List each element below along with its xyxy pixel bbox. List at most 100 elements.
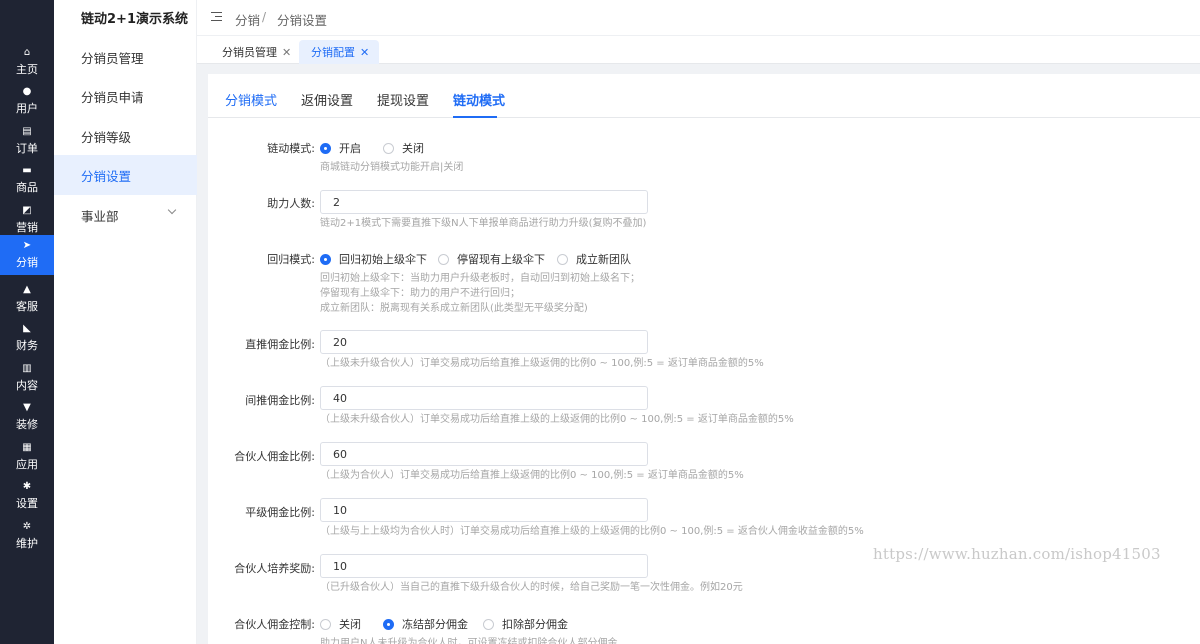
chevron-down-icon bbox=[167, 205, 177, 215]
home-icon: ⌂ bbox=[23, 47, 31, 58]
peer-ratio-label: 平级佣金比例: bbox=[245, 506, 315, 519]
rail-item-settings[interactable]: ✱ 设置 bbox=[0, 476, 54, 516]
radio-label: 开启 bbox=[339, 142, 361, 155]
indirect-ratio-help: （上级未升级合伙人）订单交易成功后给直推上级的上级返佣的比例0 ~ 100,例:… bbox=[320, 414, 794, 425]
goods-icon: ▬ bbox=[22, 165, 32, 176]
indirect-ratio-input[interactable] bbox=[320, 386, 648, 410]
rail-item-marketing[interactable]: ◩ 营销 bbox=[0, 200, 54, 240]
rail-item-service[interactable]: ▲ 客服 bbox=[0, 279, 54, 319]
sidebar-item-level[interactable]: 分销等级 bbox=[54, 116, 197, 156]
tag-label: 分销配置 bbox=[311, 46, 355, 59]
maintain-icon: ✲ bbox=[22, 521, 32, 532]
sidebar-item-label: 分销员申请 bbox=[81, 89, 144, 105]
sidebar-item-division[interactable]: 事业部 bbox=[54, 195, 197, 235]
breadcrumb-level1[interactable]: 分销 bbox=[235, 10, 260, 29]
partner-ratio-help: （上级为合伙人）订单交易成功后给直推上级返佣的比例0 ~ 100,例:5 = 返… bbox=[320, 470, 744, 481]
rail-label: 设置 bbox=[16, 497, 38, 510]
sidebar-item-label: 分销员管理 bbox=[81, 50, 144, 66]
radio-checked-icon bbox=[320, 142, 331, 154]
rail-label: 分销 bbox=[16, 256, 38, 269]
app-title: 链动2+1演示系统 bbox=[81, 12, 188, 27]
cultivate-reward-input[interactable] bbox=[320, 554, 648, 578]
link-mode-off-radio[interactable]: 关闭 bbox=[383, 140, 424, 156]
radio-unchecked-icon bbox=[483, 618, 494, 630]
tab-distribution-mode[interactable]: 分销模式 bbox=[225, 90, 277, 109]
top-header: 分销 / 分销设置 bbox=[197, 0, 1200, 36]
apps-icon: ▦ bbox=[22, 442, 32, 453]
rail-item-apps[interactable]: ▦ 应用 bbox=[0, 437, 54, 477]
radio-label: 回归初始上级伞下 bbox=[339, 253, 427, 266]
rail-label: 内容 bbox=[16, 379, 38, 392]
tag-label: 分销员管理 bbox=[222, 46, 277, 59]
watermark-url: https://www.huzhan.com/ishop41503 bbox=[873, 545, 1161, 563]
close-icon[interactable]: ✕ bbox=[282, 46, 291, 59]
radio-label: 冻结部分佣金 bbox=[402, 618, 468, 631]
peer-ratio-help: （上级与上上级均为合伙人时）订单交易成功后给直推上级的上级返佣的比例0 ~ 10… bbox=[320, 526, 864, 537]
rail-item-order[interactable]: ▤ 订单 bbox=[0, 121, 54, 161]
sidebar-item-label: 分销设置 bbox=[81, 168, 132, 184]
direct-ratio-input[interactable] bbox=[320, 330, 648, 354]
helpers-help: 链动2+1模式下需要直推下级N人下单报单商品进行助力升级(复购不叠加) bbox=[320, 218, 647, 229]
return-mode-new-team-radio[interactable]: 成立新团队 bbox=[557, 251, 631, 267]
radio-unchecked-icon bbox=[383, 142, 394, 154]
rail-label: 客服 bbox=[16, 300, 38, 313]
sidebar-item-label: 分销等级 bbox=[81, 129, 132, 145]
user-icon: ● bbox=[22, 86, 32, 97]
send-icon: ➤ bbox=[22, 240, 32, 251]
radio-label: 成立新团队 bbox=[576, 253, 631, 266]
rail-item-decorate[interactable]: ▼ 装修 bbox=[0, 397, 54, 437]
rail-item-finance[interactable]: ◣ 财务 bbox=[0, 318, 54, 358]
rail-item-maintain[interactable]: ✲ 维护 bbox=[0, 516, 54, 556]
partner-ratio-input[interactable] bbox=[320, 442, 648, 466]
return-mode-initial-radio[interactable]: 回归初始上级伞下 bbox=[320, 251, 427, 267]
radio-label: 关闭 bbox=[402, 142, 424, 155]
peer-ratio-input[interactable] bbox=[320, 498, 648, 522]
return-mode-label: 回归模式: bbox=[267, 253, 315, 266]
radio-label: 关闭 bbox=[339, 618, 361, 631]
rail-label: 维护 bbox=[16, 537, 38, 550]
rail-label: 用户 bbox=[16, 102, 38, 115]
helpers-input[interactable] bbox=[320, 190, 648, 214]
direct-ratio-help: （上级未升级合伙人）订单交易成功后给直推上级返佣的比例0 ~ 100,例:5 =… bbox=[320, 358, 764, 369]
menu-toggle-icon[interactable] bbox=[211, 12, 222, 22]
partner-control-off-radio[interactable]: 关闭 bbox=[320, 616, 361, 632]
radio-checked-icon bbox=[383, 618, 394, 630]
rail-item-distribution[interactable]: ➤ 分销 bbox=[0, 235, 54, 275]
close-icon[interactable]: ✕ bbox=[360, 46, 369, 59]
sidebar-item-distributor-manage[interactable]: 分销员管理 bbox=[54, 37, 197, 77]
partner-ratio-label: 合伙人佣金比例: bbox=[234, 450, 315, 463]
partner-control-deduct-radio[interactable]: 扣除部分佣金 bbox=[483, 616, 568, 632]
direct-ratio-label: 直推佣金比例: bbox=[245, 338, 315, 351]
cultivate-reward-label: 合伙人培养奖励: bbox=[234, 562, 315, 575]
rail-label: 订单 bbox=[16, 142, 38, 155]
gear-icon: ✱ bbox=[22, 481, 32, 492]
rail-label: 主页 bbox=[16, 63, 38, 76]
rail-item-content[interactable]: ▥ 内容 bbox=[0, 358, 54, 398]
tag-distribution-config[interactable]: 分销配置 ✕ bbox=[299, 40, 380, 64]
rail-item-user[interactable]: ● 用户 bbox=[0, 81, 54, 121]
breadcrumb-separator: / bbox=[262, 10, 267, 24]
indirect-ratio-label: 间推佣金比例: bbox=[245, 394, 315, 407]
partner-control-freeze-radio[interactable]: 冻结部分佣金 bbox=[383, 616, 468, 632]
radio-unchecked-icon bbox=[320, 618, 331, 630]
sub-sidebar: 链动2+1演示系统 分销员管理 分销员申请 分销等级 分销设置 事业部 bbox=[54, 0, 197, 644]
sidebar-item-settings[interactable]: 分销设置 bbox=[54, 155, 197, 195]
rail-label: 财务 bbox=[16, 339, 38, 352]
partner-control-help: 助力用户N人未升级为合伙人时，可设置冻结或扣除合伙人部分佣金 bbox=[320, 638, 618, 644]
finance-icon: ◣ bbox=[23, 323, 31, 334]
return-mode-stay-radio[interactable]: 停留现有上级伞下 bbox=[438, 251, 545, 267]
settings-tabs: 分销模式 返佣设置 提现设置 链动模式 bbox=[208, 74, 1200, 118]
tag-distributor-manage[interactable]: 分销员管理 ✕ bbox=[210, 40, 301, 64]
sidebar-item-label: 事业部 bbox=[81, 208, 119, 224]
page-tag-strip: 分销员管理 ✕ 分销配置 ✕ bbox=[197, 36, 1200, 64]
breadcrumb-level2: 分销设置 bbox=[277, 13, 328, 28]
bell-icon: ▲ bbox=[23, 284, 31, 295]
rail-item-home[interactable]: ⌂ 主页 bbox=[0, 42, 54, 82]
tab-link-mode[interactable]: 链动模式 bbox=[453, 90, 505, 109]
main-nav-rail: ⌂ 主页 ● 用户 ▤ 订单 ▬ 商品 ◩ 营销 ➤ 分销 ▲ 客服 ◣ 财务 ▥ 内容 ▼ 装修 … bbox=[0, 0, 54, 644]
rail-item-goods[interactable]: ▬ 商品 bbox=[0, 160, 54, 200]
link-mode-on-radio[interactable]: 开启 bbox=[320, 140, 361, 156]
sidebar-item-distributor-apply[interactable]: 分销员申请 bbox=[54, 76, 197, 116]
tab-commission[interactable]: 返佣设置 bbox=[301, 90, 353, 109]
tab-withdraw[interactable]: 提现设置 bbox=[377, 90, 429, 109]
